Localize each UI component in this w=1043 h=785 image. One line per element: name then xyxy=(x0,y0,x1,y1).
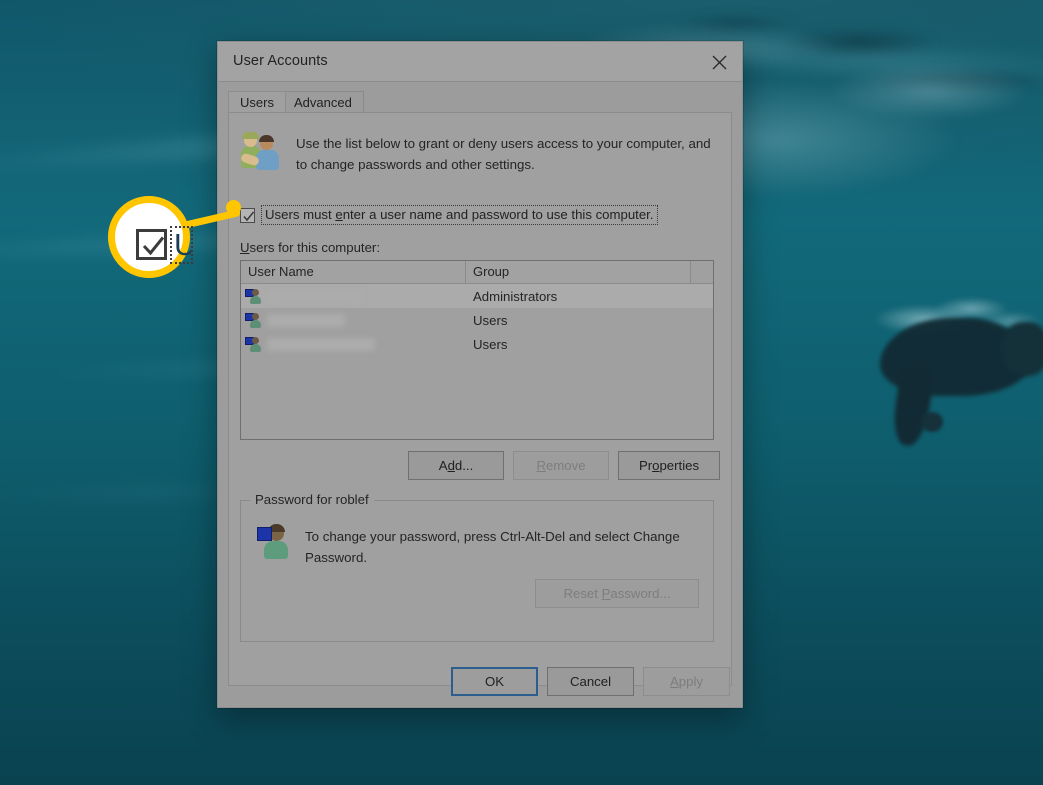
users-list-label: Users for this computer: xyxy=(240,240,380,255)
require-password-checkbox[interactable] xyxy=(240,207,255,223)
require-password-checkbox-row[interactable]: Users must enter a user name and passwor… xyxy=(240,205,658,225)
password-info-text: To change your password, press Ctrl-Alt-… xyxy=(305,529,680,565)
dialog-footer: OK Cancel Apply xyxy=(451,667,730,696)
password-groupbox-legend: Password for roblef xyxy=(250,492,374,507)
cell-group: Users xyxy=(473,312,508,328)
column-header-group[interactable]: Group xyxy=(466,261,691,283)
dialog-titlebar: User Accounts xyxy=(218,42,742,82)
table-row[interactable]: Users xyxy=(241,332,713,356)
apply-button[interactable]: Apply xyxy=(643,667,730,696)
cancel-button[interactable]: Cancel xyxy=(547,667,634,696)
reset-password-button[interactable]: Reset Password... xyxy=(535,579,699,608)
checkbox-label-suffix: nter a user name and password to use thi… xyxy=(342,207,654,222)
apply-button-suffix: pply xyxy=(678,674,703,689)
users-list-label-accesskey: U xyxy=(240,240,250,255)
ok-button[interactable]: OK xyxy=(451,667,538,696)
cell-group: Administrators xyxy=(473,288,558,304)
users-tab-panel: Use the list below to grant or deny user… xyxy=(228,112,732,686)
cell-group: Users xyxy=(473,336,508,352)
user-accounts-dialog: User Accounts Users Advanced Use the lis… xyxy=(217,41,743,708)
close-button[interactable] xyxy=(696,42,742,82)
listview-header: User Name Group xyxy=(241,261,713,284)
swimmer-head xyxy=(1000,322,1043,376)
list-action-buttons: Add... Remove Properties xyxy=(408,451,720,480)
single-user-icon xyxy=(257,524,291,560)
remove-button[interactable]: Remove xyxy=(513,451,609,480)
user-account-icon xyxy=(245,312,262,329)
listview-rows: Administrators Users Users xyxy=(241,284,713,356)
remove-button-accesskey: R xyxy=(536,458,546,473)
require-password-checkbox-label[interactable]: Users must enter a user name and passwor… xyxy=(261,205,658,225)
add-button-prefix: A xyxy=(438,458,448,473)
column-header-user-name[interactable]: User Name xyxy=(241,261,466,283)
cell-user-name xyxy=(241,312,466,329)
users-listview[interactable]: User Name Group Administrators Users Use… xyxy=(240,260,714,440)
properties-button-suffix: perties xyxy=(659,458,700,473)
tabstrip: Users Advanced xyxy=(228,91,742,112)
add-button[interactable]: Add... xyxy=(408,451,504,480)
redacted-user-name xyxy=(267,289,363,303)
users-list-label-rest: sers for this computer: xyxy=(249,240,380,255)
cell-user-name xyxy=(241,336,466,353)
tab-advanced[interactable]: Advanced xyxy=(282,91,364,112)
apply-button-accesskey: A xyxy=(670,674,679,689)
redacted-user-name xyxy=(267,313,345,327)
tab-users[interactable]: Users xyxy=(228,91,286,112)
header-info: Use the list below to grant or deny user… xyxy=(240,130,720,175)
add-button-suffix: d... xyxy=(454,458,474,473)
two-users-icon xyxy=(240,130,282,172)
password-info-row: To change your password, press Ctrl-Alt-… xyxy=(257,524,697,568)
redacted-user-name xyxy=(267,337,375,351)
remove-button-suffix: emove xyxy=(545,458,586,473)
cell-user-name xyxy=(241,288,466,305)
swimmer-hand xyxy=(921,412,943,432)
reset-password-suffix: assword... xyxy=(610,586,671,601)
table-row[interactable]: Users xyxy=(241,308,713,332)
reset-password-prefix: Reset xyxy=(563,586,602,601)
close-icon xyxy=(712,55,726,69)
password-groupbox: Password for roblef To change your passw… xyxy=(240,492,714,642)
properties-button-prefix: Pr xyxy=(638,458,653,473)
user-account-icon xyxy=(245,336,262,353)
dialog-title: User Accounts xyxy=(233,53,328,69)
table-row[interactable]: Administrators xyxy=(241,284,713,308)
add-button-accesskey: d xyxy=(447,458,455,473)
user-account-icon xyxy=(245,288,262,305)
properties-button[interactable]: Properties xyxy=(618,451,720,480)
checkmark-icon xyxy=(243,210,255,221)
checkbox-label-prefix: Users must xyxy=(265,207,336,222)
checkbox-label-accesskey: e xyxy=(335,207,343,222)
header-info-text: Use the list below to grant or deny user… xyxy=(296,136,711,172)
